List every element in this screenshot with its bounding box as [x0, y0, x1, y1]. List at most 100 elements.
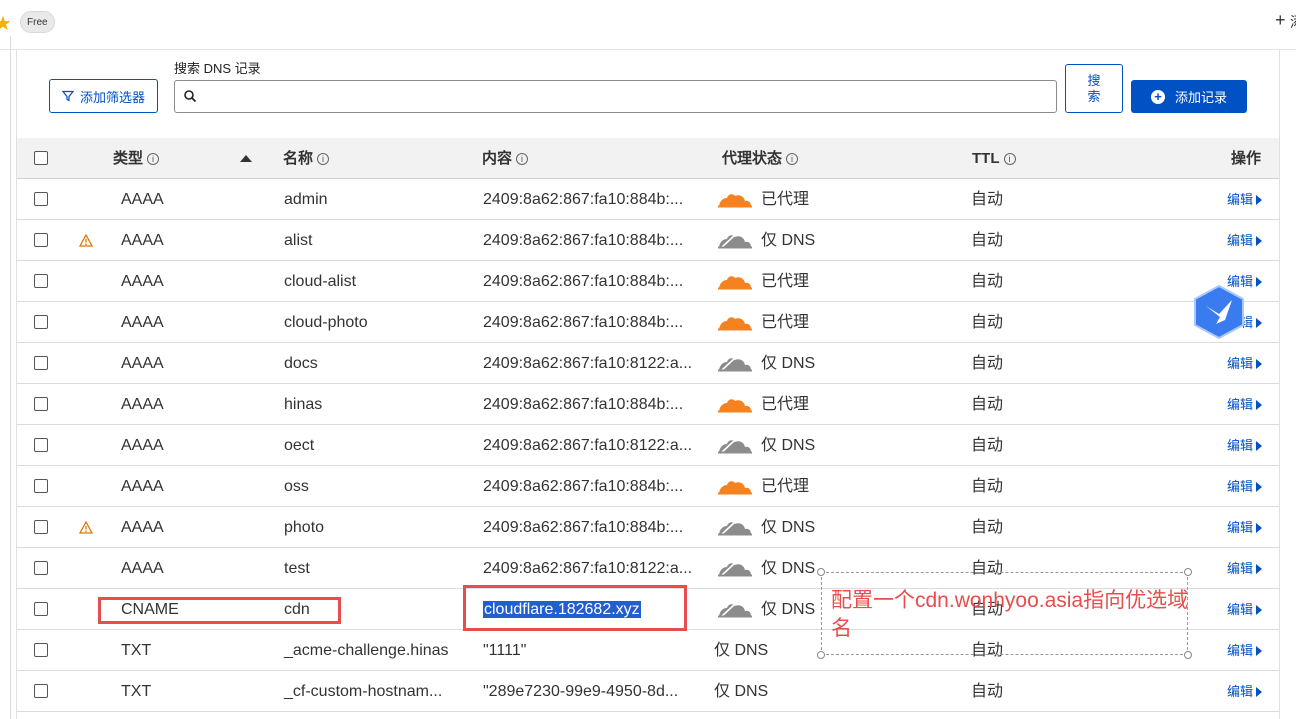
table-row[interactable]: AAAA photo 2409:8a62:867:fa10:884b:... 仅 DN… — [17, 507, 1279, 548]
dns-only-cloud-icon[interactable] — [717, 436, 753, 456]
edit-link[interactable]: 编辑 — [1227, 671, 1263, 712]
dns-only-cloud-icon[interactable] — [717, 354, 753, 374]
floating-assistant-icon[interactable] — [1192, 284, 1246, 340]
table-row[interactable]: AAAA cloud-alist 2409:8a62:867:fa10:884b:.… — [17, 261, 1279, 302]
resize-handle[interactable] — [817, 651, 825, 659]
table-header: 类型 i 名称 i 内容 i 代理状态 i TTL i 操作 — [17, 138, 1279, 179]
record-ttl: 自动 — [971, 314, 1004, 331]
search-button[interactable]: 搜索 — [1065, 64, 1123, 113]
record-name: docs — [284, 355, 318, 372]
resize-handle[interactable] — [1184, 651, 1192, 659]
info-icon[interactable]: i — [317, 152, 330, 165]
dns-only-cloud-icon[interactable] — [717, 231, 753, 251]
row-checkbox[interactable] — [34, 643, 48, 657]
star-icon[interactable]: ★ — [0, 11, 12, 36]
record-content: 2409:8a62:867:fa10:884b:... — [483, 507, 683, 548]
search-field[interactable] — [174, 80, 1057, 113]
record-content-text: 2409:8a62:867:fa10:8122:a... — [483, 437, 693, 454]
proxied-cloud-icon[interactable] — [717, 395, 753, 415]
dns-only-cloud-icon[interactable] — [717, 600, 753, 620]
proxy-status-label: 已代理 — [761, 314, 810, 331]
sort-ascending-icon[interactable] — [240, 155, 252, 162]
table-row[interactable]: AAAA hinas 2409:8a62:867:fa10:884b:... 已代理 自… — [17, 384, 1279, 425]
table-row[interactable]: AAAA oss 2409:8a62:867:fa10:884b:... 已代理 自动 编… — [17, 466, 1279, 507]
edit-link[interactable]: 编辑 — [1227, 179, 1263, 220]
table-row[interactable]: AAAA admin 2409:8a62:867:fa10:884b:... 已代理 自… — [17, 179, 1279, 220]
annotation-highlight-box — [463, 585, 687, 631]
record-content-text: 2409:8a62:867:fa10:884b:... — [483, 314, 684, 331]
expand-arrow-icon — [1256, 194, 1263, 205]
table-row[interactable]: AAAA oect 2409:8a62:867:fa10:8122:a... 仅 DN… — [17, 425, 1279, 466]
search-input[interactable] — [205, 85, 1045, 109]
row-checkbox[interactable] — [34, 274, 48, 288]
edit-link[interactable]: 编辑 — [1227, 589, 1263, 630]
row-checkbox[interactable] — [34, 684, 48, 698]
table-row[interactable]: AAAA docs 2409:8a62:867:fa10:8122:a... 仅 DN… — [17, 343, 1279, 384]
row-checkbox[interactable] — [34, 315, 48, 329]
select-all-checkbox[interactable] — [34, 151, 48, 165]
info-icon[interactable]: i — [1003, 152, 1016, 165]
column-name[interactable]: 名称 i — [283, 138, 330, 179]
expand-arrow-icon — [1256, 563, 1263, 574]
record-content-text: 2409:8a62:867:fa10:884b:... — [483, 273, 684, 290]
record-content: 2409:8a62:867:fa10:884b:... — [483, 179, 683, 220]
plus-icon[interactable]: + — [1275, 10, 1286, 31]
resize-handle[interactable] — [817, 568, 825, 576]
column-type[interactable]: 类型 i — [113, 138, 160, 179]
row-checkbox[interactable] — [34, 561, 48, 575]
row-checkbox[interactable] — [34, 602, 48, 616]
row-checkbox[interactable] — [34, 479, 48, 493]
edit-link[interactable]: 编辑 — [1227, 507, 1263, 548]
table-row[interactable]: AAAA cloud-photo 2409:8a62:867:fa10:884b:.… — [17, 302, 1279, 343]
resize-handle[interactable] — [1184, 568, 1192, 576]
edit-label: 编辑 — [1227, 356, 1254, 371]
edit-link[interactable]: 编辑 — [1227, 630, 1263, 671]
add-filter-button[interactable]: 添加筛选器 — [49, 79, 158, 113]
table-row[interactable]: TXT _cf-custom-hostnam... "289e7230-99e9-4… — [17, 671, 1279, 712]
info-icon[interactable]: i — [147, 152, 160, 165]
edit-link[interactable]: 编辑 — [1227, 220, 1263, 261]
expand-arrow-icon — [1256, 276, 1263, 287]
info-icon[interactable]: i — [786, 152, 799, 165]
row-checkbox[interactable] — [34, 397, 48, 411]
add-site-label[interactable]: 添 — [1290, 12, 1296, 32]
warning-icon[interactable] — [78, 233, 94, 252]
edit-link[interactable]: 编辑 — [1227, 384, 1263, 425]
row-checkbox[interactable] — [34, 192, 48, 206]
record-type: AAAA — [121, 437, 164, 454]
record-content: 2409:8a62:867:fa10:8122:a... — [483, 343, 692, 384]
add-record-button[interactable]: + 添加记录 — [1131, 80, 1247, 113]
proxy-status: 已代理 — [717, 466, 809, 507]
edit-link[interactable]: 编辑 — [1227, 343, 1263, 384]
column-ttl[interactable]: TTL i — [972, 138, 1016, 179]
row-checkbox[interactable] — [34, 520, 48, 534]
info-icon[interactable]: i — [516, 152, 529, 165]
edit-label: 编辑 — [1227, 438, 1254, 453]
table-row[interactable]: AAAA alist 2409:8a62:867:fa10:884b:... 仅 DN… — [17, 220, 1279, 261]
edit-link[interactable]: 编辑 — [1227, 466, 1263, 507]
row-checkbox[interactable] — [34, 438, 48, 452]
record-content-text: 2409:8a62:867:fa10:884b:... — [483, 396, 684, 413]
column-proxy-status[interactable]: 代理状态 i — [722, 138, 799, 179]
proxied-cloud-icon[interactable] — [717, 477, 753, 497]
record-ttl: 自动 — [971, 273, 1004, 290]
proxied-cloud-icon[interactable] — [717, 190, 753, 210]
edit-link[interactable]: 编辑 — [1227, 425, 1263, 466]
row-checkbox[interactable] — [34, 356, 48, 370]
edit-link[interactable]: 编辑 — [1227, 548, 1263, 589]
record-content: 2409:8a62:867:fa10:884b:... — [483, 261, 683, 302]
record-type: TXT — [121, 683, 152, 700]
dns-only-cloud-icon[interactable] — [717, 518, 753, 538]
proxied-cloud-icon[interactable] — [717, 272, 753, 292]
proxied-cloud-icon[interactable] — [717, 313, 753, 333]
column-content[interactable]: 内容 i — [482, 138, 529, 179]
warning-icon[interactable] — [78, 520, 94, 539]
record-ttl: 自动 — [971, 355, 1004, 372]
row-checkbox[interactable] — [34, 233, 48, 247]
proxy-status-label: 仅 DNS — [714, 642, 769, 659]
expand-arrow-icon — [1256, 440, 1263, 451]
dns-only-cloud-icon[interactable] — [717, 559, 753, 579]
record-type: AAAA — [121, 273, 164, 290]
proxy-status-label: 仅 DNS — [714, 683, 769, 700]
record-name: oect — [284, 437, 315, 454]
